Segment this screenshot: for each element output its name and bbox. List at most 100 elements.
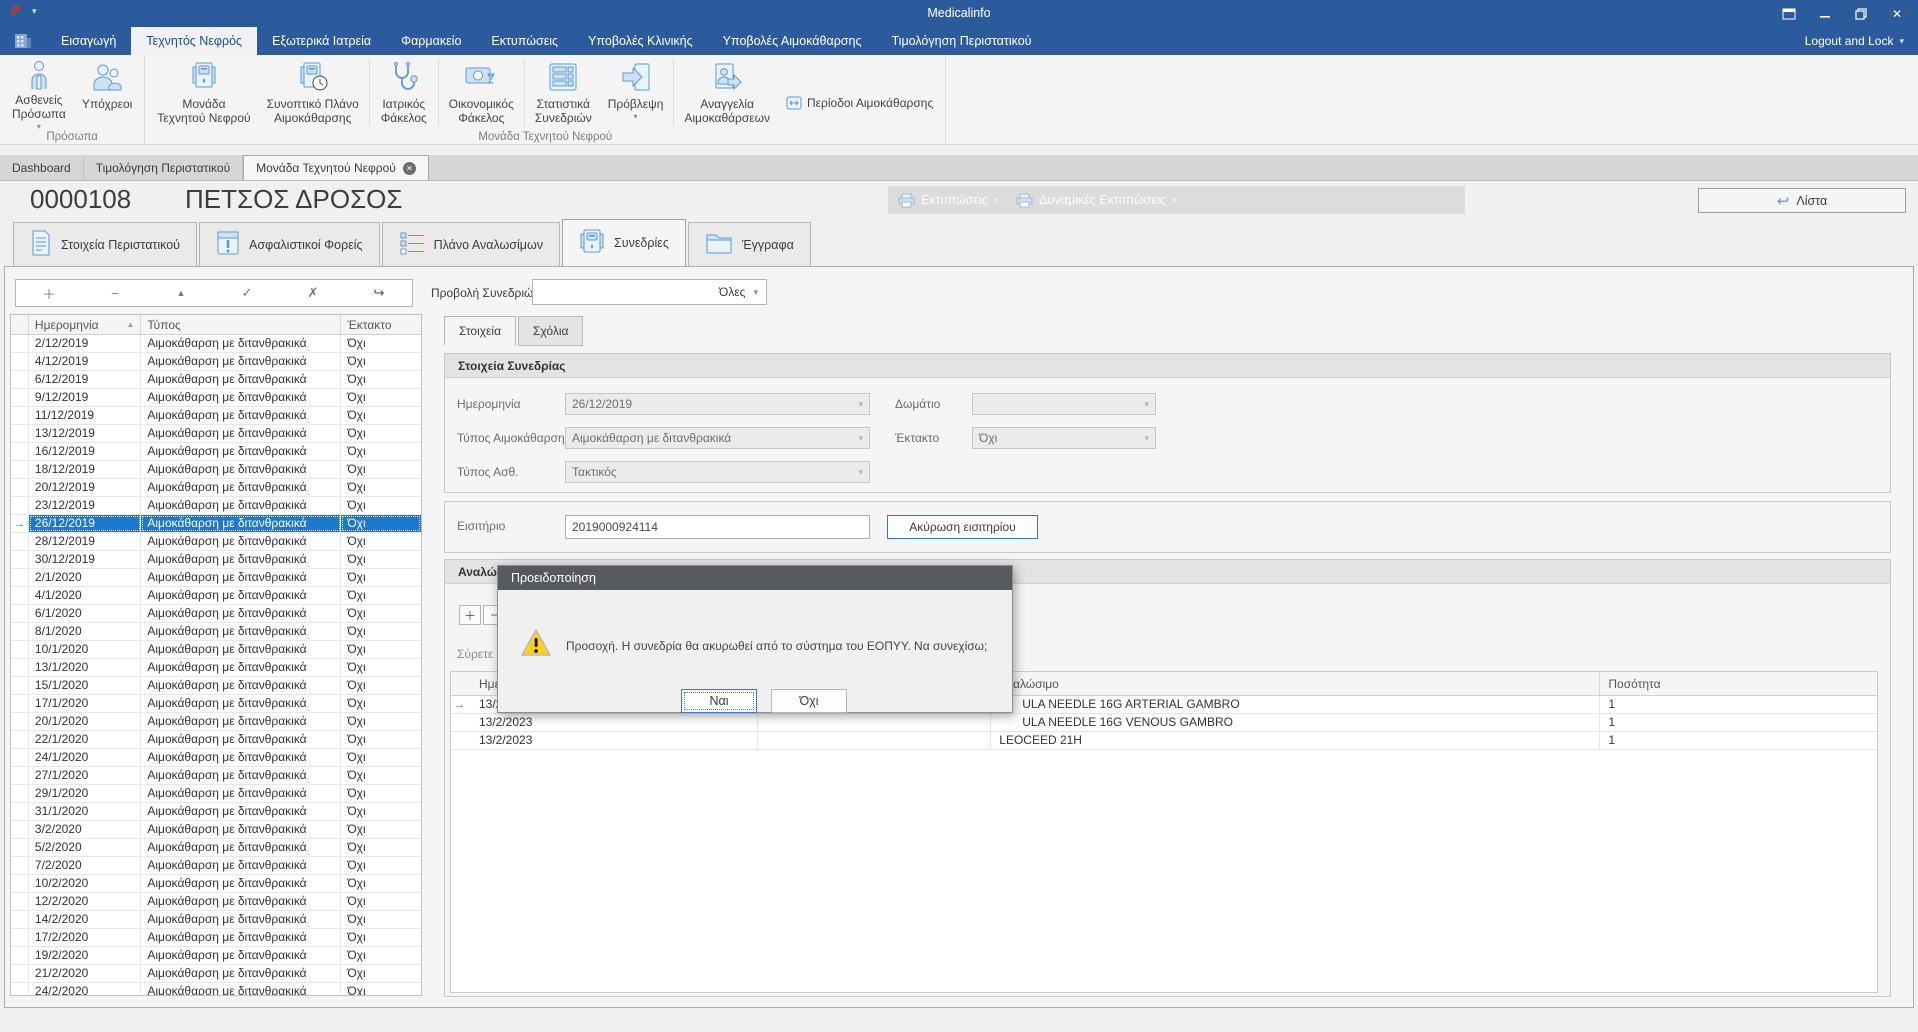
column-header-consumable[interactable]: Αναλώσιμο [991, 672, 1600, 695]
document-tab-1[interactable]: Τιμολόγηση Περιστατικού [84, 155, 243, 180]
view-sessions-dropdown[interactable]: Όλες▾ [532, 279, 767, 305]
session-row[interactable]: 6/12/2019Αιμοκάθαρση με διτανθρακικάΌχι [11, 371, 421, 389]
session-row[interactable]: 31/1/2020Αιμοκάθαρση με διτανθρακικάΌχι [11, 803, 421, 821]
session-row[interactable]: 4/12/2019Αιμοκάθαρση με διτανθρακικάΌχι [11, 353, 421, 371]
close-tab-icon[interactable]: ✕ [403, 162, 416, 175]
yes-button[interactable]: Ναι [681, 689, 757, 713]
logout-and-lock[interactable]: Logout and Lock▾ [1805, 27, 1904, 55]
session-row[interactable]: 17/2/2020Αιμοκάθαρση με διτανθρακικάΌχι [11, 929, 421, 947]
session-row[interactable]: 17/1/2020Αιμοκάθαρση με διτανθρακικάΌχι [11, 695, 421, 713]
session-row[interactable]: 18/12/2019Αιμοκάθαρση με διτανθρακικάΌχι [11, 461, 421, 479]
session-row[interactable]: 11/12/2019Αιμοκάθαρση με διτανθρακικάΌχι [11, 407, 421, 425]
column-header-extra[interactable]: Έκτακτο [341, 315, 421, 334]
ribbon-item-patient[interactable]: Ασθενείς Πρόσωπα▾ [4, 57, 74, 129]
ribbon-item-people[interactable]: Υπόχρεοι [74, 57, 140, 129]
delete-session-button[interactable]: − [82, 280, 148, 306]
ribbon-item-forecast[interactable]: Πρόβλεψη▾ [600, 57, 672, 128]
ribbon-item-periods[interactable]: Περίοδοι Αιμοκάθαρσης [778, 93, 941, 113]
ribbon-item-statistics[interactable]: Στατιστικά Συνεδριών [527, 57, 600, 128]
session-row[interactable]: 29/1/2020Αιμοκάθαρση με διτανθρακικάΌχι [11, 785, 421, 803]
session-row[interactable]: 4/1/2020Αιμοκάθαρση με διτανθρακικάΌχι [11, 587, 421, 605]
no-button[interactable]: Όχι [771, 689, 847, 713]
document-tab-2[interactable]: Μονάδα Τεχνητού Νεφρού✕ [243, 155, 429, 180]
extra-combo[interactable]: Όχι▾ [972, 427, 1156, 449]
session-row[interactable]: 13/12/2019Αιμοκάθαρση με διτανθρακικάΌχι [11, 425, 421, 443]
session-row[interactable]: 22/1/2020Αιμοκάθαρση με διτανθρακικάΌχι [11, 731, 421, 749]
consumable-row[interactable]: 13/2/2023ULA NEEDLE 16G VENOUS GAMBRO1 [451, 714, 1877, 732]
menu-tab-1[interactable]: Τεχνητός Νεφρός [131, 27, 257, 55]
add-consumable-button[interactable]: ＋ [459, 605, 481, 625]
document-tab-0[interactable]: Dashboard [0, 155, 84, 180]
edit-session-button[interactable]: ▲ [148, 280, 214, 306]
session-row[interactable]: 24/1/2020Αιμοκάθαρση με διτανθρακικάΌχι [11, 749, 421, 767]
menu-tab-2[interactable]: Εξωτερικά Ιατρεία [257, 27, 386, 55]
app-menu-button[interactable] [0, 27, 46, 55]
cancel-ticket-button[interactable]: Ακύρωση εισιτηρίου [887, 515, 1038, 539]
session-row[interactable]: 24/2/2020Αιμοκάθαρση με διτανθρακικάΌχι [11, 983, 421, 996]
session-row[interactable]: 21/2/2020Αιμοκάθαρση με διτανθρακικάΌχι [11, 965, 421, 983]
column-header-type[interactable]: Τύπος [141, 315, 341, 334]
tab-scroll-down-icon[interactable]: ▾ [1889, 8, 1894, 19]
page-tab-sessions[interactable]: Συνεδρίες [562, 219, 686, 266]
tab-close-icon[interactable]: ✕ [1904, 8, 1912, 19]
session-row[interactable]: 30/12/2019Αιμοκάθαρση με διτανθρακικάΌχι [11, 551, 421, 569]
column-header-date[interactable]: Ημερομηνία▲ [29, 315, 141, 334]
menu-tab-3[interactable]: Φαρμακείο [386, 27, 476, 55]
dynamic-prints-button[interactable]: Δυναμικές Εκτυπώσεις▾ [1016, 193, 1176, 208]
session-row[interactable]: 28/12/2019Αιμοκάθαρση με διτανθρακικάΌχι [11, 533, 421, 551]
minimize-button[interactable] [1810, 3, 1840, 25]
page-tab-insurance[interactable]: Ασφαλιστικοί Φορείς [199, 222, 380, 266]
cancel-changes-button[interactable]: ✗ [280, 280, 346, 306]
page-tab-document[interactable]: Στοιχεία Περιστατικού [13, 222, 197, 266]
menu-tab-4[interactable]: Εκτυπώσεις [476, 27, 573, 55]
session-row[interactable]: 23/12/2019Αιμοκάθαρση με διτανθρακικάΌχι [11, 497, 421, 515]
ribbon-item-finance[interactable]: Οικονομικός Φάκελος [441, 57, 522, 128]
menu-tab-5[interactable]: Υποβολές Κλινικής [573, 27, 708, 55]
session-row[interactable]: 10/1/2020Αιμοκάθαρση με διτανθρακικάΌχι [11, 641, 421, 659]
date-combo[interactable]: 26/12/2019▾ [565, 393, 870, 415]
session-row[interactable]: 27/1/2020Αιμοκάθαρση με διτανθρακικάΌχι [11, 767, 421, 785]
ribbon-item-stethoscope[interactable]: Ιατρικός Φάκελος [372, 57, 436, 128]
session-row[interactable]: 2/12/2019Αιμοκάθαρση με διτανθρακικάΌχι [11, 335, 421, 353]
tab-comments[interactable]: Σχόλια [518, 316, 583, 346]
session-row[interactable]: 12/2/2020Αιμοκάθαρση με διτανθρακικάΌχι [11, 893, 421, 911]
session-row[interactable]: 16/12/2019Αιμοκάθαρση με διτανθρακικάΌχι [11, 443, 421, 461]
session-row[interactable]: 3/2/2020Αιμοκάθαρση με διτανθρακικάΌχι [11, 821, 421, 839]
add-session-button[interactable]: ＋ [16, 280, 82, 306]
page-tab-folder[interactable]: Έγγραφα [688, 222, 811, 266]
refresh-button[interactable]: ↪ [346, 280, 412, 306]
ribbon-item-announcement[interactable]: Αναγγελία Αιμοκαθάρσεων [676, 57, 778, 128]
page-tab-plan[interactable]: Πλάνο Αναλωσίμων [382, 222, 560, 266]
ticket-input[interactable]: 2019000924114 [565, 515, 870, 539]
menu-tab-6[interactable]: Υποβολές Αιμοκάθαρσης [708, 27, 877, 55]
tab-details[interactable]: Στοιχεία [444, 316, 516, 346]
ribbon-display-icon[interactable] [1774, 3, 1804, 25]
restore-button[interactable] [1846, 3, 1876, 25]
list-button[interactable]: ↩ Λίστα [1698, 188, 1906, 213]
session-row[interactable]: 10/2/2020Αιμοκάθαρση με διτανθρακικάΌχι [11, 875, 421, 893]
accept-changes-button[interactable]: ✓ [214, 280, 280, 306]
menu-tab-0[interactable]: Εισαγωγή [46, 27, 131, 55]
session-row[interactable]: →26/12/2019Αιμοκάθαρση με διτανθρακικάΌχ… [11, 515, 421, 533]
session-row[interactable]: 7/2/2020Αιμοκάθαρση με διτανθρακικάΌχι [11, 857, 421, 875]
session-row[interactable]: 9/12/2019Αιμοκάθαρση με διτανθρακικάΌχι [11, 389, 421, 407]
session-row[interactable]: 20/12/2019Αιμοκάθαρση με διτανθρακικάΌχι [11, 479, 421, 497]
prints-button[interactable]: Εκτυπώσεις▾ [898, 193, 998, 208]
session-row[interactable]: 14/2/2020Αιμοκάθαρση με διτανθρακικάΌχι [11, 911, 421, 929]
session-row[interactable]: 19/2/2020Αιμοκάθαρση με διτανθρακικάΌχι [11, 947, 421, 965]
session-row[interactable]: 15/1/2020Αιμοκάθαρση με διτανθρακικάΌχι [11, 677, 421, 695]
ribbon-item-dialysis-plan[interactable]: Συνοπτικό Πλάνο Αιμοκάθαρσης [259, 57, 367, 128]
session-row[interactable]: 5/2/2020Αιμοκάθαρση με διτανθρακικάΌχι [11, 839, 421, 857]
room-combo[interactable]: ▾ [972, 393, 1156, 415]
session-row[interactable]: 6/1/2020Αιμοκάθαρση με διτανθρακικάΌχι [11, 605, 421, 623]
menu-tab-7[interactable]: Τιμολόγηση Περιστατικού [877, 27, 1047, 55]
session-row[interactable]: 13/1/2020Αιμοκάθαρση με διτανθρακικάΌχι [11, 659, 421, 677]
session-row[interactable]: 8/1/2020Αιμοκάθαρση με διτανθρακικάΌχι [11, 623, 421, 641]
ribbon-item-dialysis-machine[interactable]: Μονάδα Τεχνητού Νεφρού [149, 57, 258, 128]
dialysis-type-combo[interactable]: Αιμοκάθαρση με διτανθρακικά▾ [565, 427, 870, 449]
session-row[interactable]: 2/1/2020Αιμοκάθαρση με διτανθρακικάΌχι [11, 569, 421, 587]
consumable-row[interactable]: 13/2/2023LEOCEED 21H1 [451, 732, 1877, 750]
session-row[interactable]: 20/1/2020Αιμοκάθαρση με διτανθρακικάΌχι [11, 713, 421, 731]
patient-type-combo[interactable]: Τακτικός▾ [565, 461, 870, 483]
column-header-quantity[interactable]: Ποσότητα [1600, 672, 1877, 695]
